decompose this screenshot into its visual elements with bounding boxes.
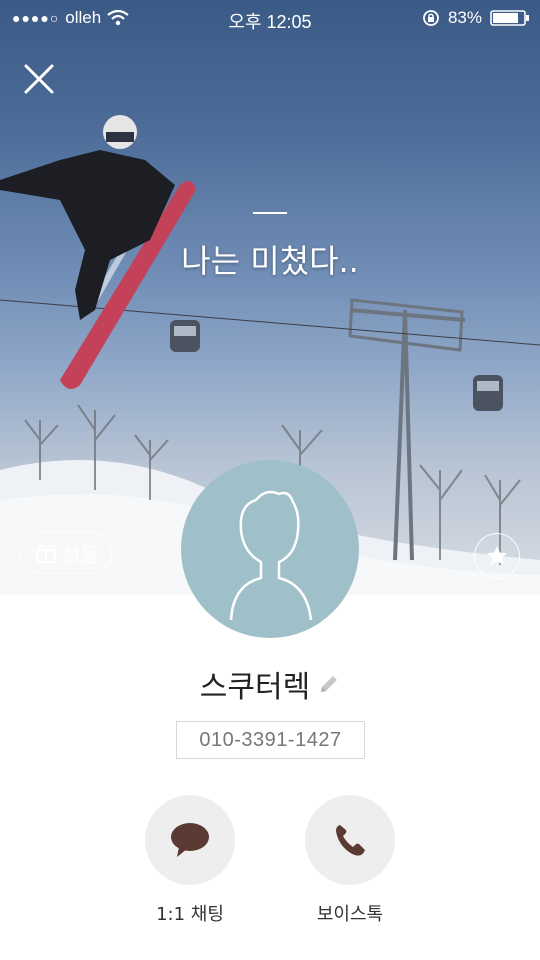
favorite-button[interactable] <box>474 533 520 579</box>
voice-talk-button[interactable] <box>305 795 395 885</box>
voice-talk-label[interactable]: 보이스톡 <box>270 900 430 926</box>
chat-bubble-icon <box>171 823 209 857</box>
phone-number[interactable]: 010-3391-1427 <box>176 721 365 759</box>
status-divider <box>253 212 287 214</box>
status-message: 나는 미쳤다.. <box>181 242 359 280</box>
profile-name: 스쿠터렉 <box>199 670 311 705</box>
gift-icon <box>35 545 56 563</box>
battery-icon <box>490 10 529 26</box>
profile-name-row: 스쿠터렉 <box>0 662 540 706</box>
star-icon <box>487 546 507 565</box>
close-icon[interactable] <box>20 60 58 98</box>
default-person-icon <box>229 490 313 621</box>
edit-pencil-icon[interactable] <box>318 673 340 695</box>
status-bar: ●●●●○ olleh 오후 12:05 83% <box>0 0 540 36</box>
gift-button[interactable]: 선물 <box>20 532 112 574</box>
gift-label: 선물 <box>62 543 98 566</box>
status-bar-right: 83% <box>422 8 530 28</box>
rotation-lock-icon <box>423 10 439 26</box>
battery-percent: 83% <box>447 8 482 27</box>
chat-button[interactable] <box>145 795 235 885</box>
chat-label[interactable]: 1:1 채팅 <box>110 900 270 926</box>
profile-avatar[interactable] <box>181 460 359 638</box>
phone-icon <box>336 825 365 856</box>
